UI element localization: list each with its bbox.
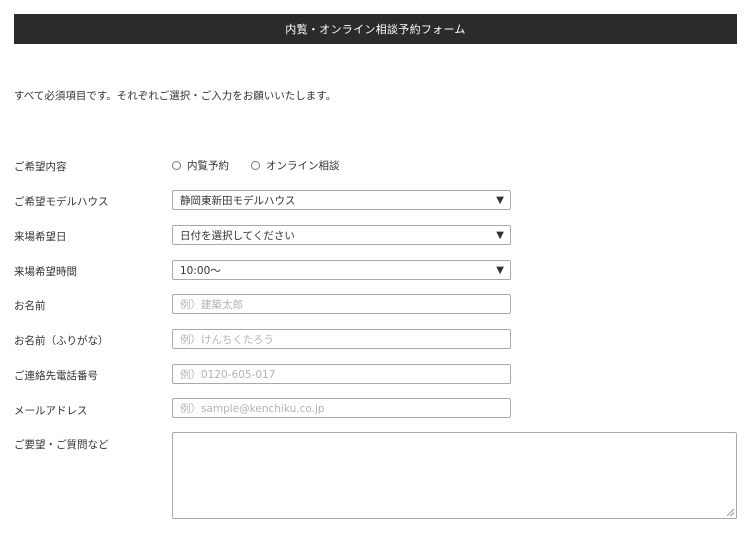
caret-down-icon: ▼: [496, 194, 504, 206]
email-placeholder: 例）sample@kenchiku.co.jp: [180, 402, 325, 415]
caret-down-icon: ▼: [496, 264, 504, 276]
visit-time-label: 来場希望時間: [14, 266, 77, 278]
message-label: ご要望・ご質問など: [14, 439, 109, 451]
model-house-label: ご希望モデルハウス: [14, 196, 109, 208]
model-house-value: 静岡東新田モデルハウス: [180, 194, 296, 207]
radio-option-label: 内覧予約: [187, 160, 229, 172]
radio-option-viewing[interactable]: 内覧予約: [172, 158, 229, 173]
email-input[interactable]: 例）sample@kenchiku.co.jp: [172, 398, 511, 418]
resize-grip-icon[interactable]: [727, 509, 734, 516]
phone-placeholder: 例）0120-605-017: [180, 368, 276, 381]
name-input[interactable]: 例）建築太郎: [172, 294, 511, 314]
visit-date-select[interactable]: 日付を選択してください ▼: [172, 225, 511, 245]
visit-date-label: 来場希望日: [14, 231, 67, 243]
form-header: 内覧・オンライン相談予約フォーム: [14, 14, 737, 44]
name-label: お名前: [14, 300, 46, 312]
visit-time-select[interactable]: 10:00～ ▼: [172, 260, 511, 280]
intro-text: すべて必須項目です。それぞれご選択・ご入力をお願いいたします。: [14, 90, 337, 102]
radio-unchecked-icon[interactable]: [172, 161, 181, 170]
phone-label: ご連絡先電話番号: [14, 370, 98, 382]
radio-unchecked-icon[interactable]: [251, 161, 260, 170]
name-kana-input[interactable]: 例）けんちくたろう: [172, 329, 511, 349]
radio-option-label: オンライン相談: [266, 160, 340, 172]
phone-input[interactable]: 例）0120-605-017: [172, 364, 511, 384]
model-house-select[interactable]: 静岡東新田モデルハウス ▼: [172, 190, 511, 210]
request-type-label: ご希望内容: [14, 161, 67, 173]
name-kana-label: お名前（ふりがな）: [14, 335, 109, 347]
message-textarea[interactable]: [172, 432, 737, 519]
visit-date-value: 日付を選択してください: [180, 229, 295, 242]
radio-option-online[interactable]: オンライン相談: [251, 158, 340, 173]
name-placeholder: 例）建築太郎: [180, 298, 243, 311]
form-title: 内覧・オンライン相談予約フォーム: [285, 23, 466, 36]
request-type-radio-group: 内覧予約 オンライン相談: [172, 158, 340, 173]
email-label: メールアドレス: [14, 405, 88, 417]
caret-down-icon: ▼: [496, 229, 504, 241]
name-kana-placeholder: 例）けんちくたろう: [180, 333, 274, 346]
visit-time-value: 10:00～: [180, 264, 221, 277]
